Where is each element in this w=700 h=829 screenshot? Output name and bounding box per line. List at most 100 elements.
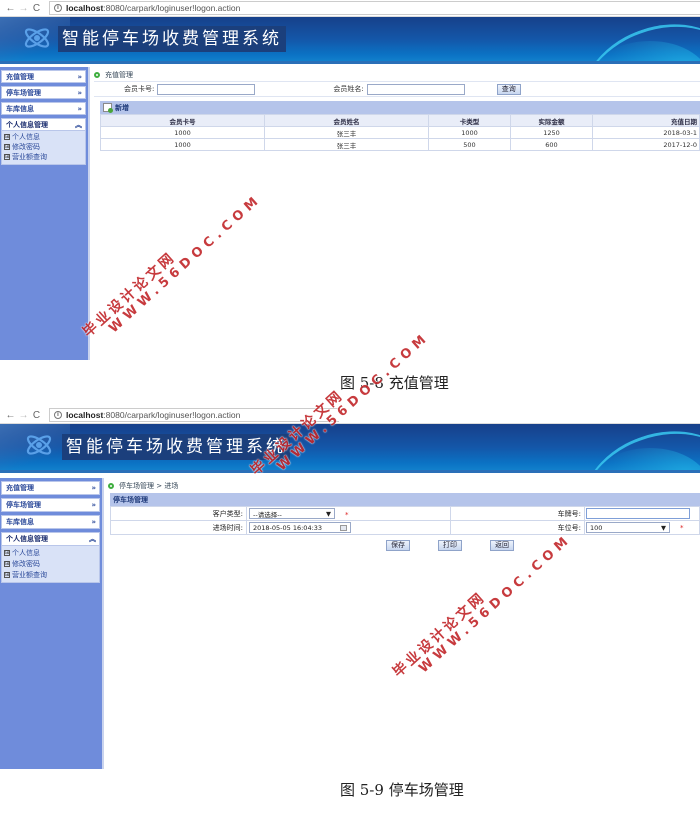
submenu-label: 修改密码 (12, 143, 40, 151)
info-icon[interactable]: i (54, 411, 62, 419)
sidebar-item-parking[interactable]: 停车场管理 » (1, 86, 86, 99)
sidebar-item-personal[interactable]: 个人信息管理 ︽ (1, 118, 86, 131)
submenu-label: 营业额查询 (12, 153, 47, 161)
sidebar-item-recharge[interactable]: 充值管理 » (1, 70, 86, 83)
submenu-item-password[interactable]: ⊞ 修改密码 (4, 142, 83, 152)
column-header: 充值日期 (592, 114, 700, 127)
table-row[interactable]: 1000 张三丰 500 600 2017-12-0 (100, 138, 700, 151)
column-header: 卡类型 (428, 114, 511, 127)
breadcrumb-text[interactable]: 停车场管理 > 进场 (119, 481, 178, 491)
app-banner: 智能停车场收费管理系统 (0, 17, 700, 64)
member-name-label: 会员姓名: (333, 85, 364, 93)
sidebar-item-garage[interactable]: 车库信息 » (1, 102, 86, 115)
atom-logo-icon (24, 28, 50, 48)
entry-time-cell: 2018-05-05 16:04:33 (246, 520, 451, 535)
space-number-select[interactable]: 100 ▼ (586, 522, 670, 533)
expand-icon: ⊞ (4, 144, 10, 150)
forward-icon[interactable]: → (17, 410, 30, 421)
url-path: :8080/carpark/loginuser!logon.action (103, 410, 241, 420)
breadcrumb: 充值管理 (94, 69, 700, 81)
form-row: 客户类型: --请选择-- ▼ * 车牌号: (110, 506, 700, 521)
main-content: 停车场管理 > 进场 停车场管理 客户类型: --请选择-- ▼ * 车牌号: 进场… (104, 478, 700, 769)
sidebar-submenu: ⊞ 个人信息 ⊞ 修改密码 ⊞ 营业额查询 (1, 131, 86, 165)
parking-panel: 停车场管理 客户类型: --请选择-- ▼ * 车牌号: 进场时间: 2018-05… (110, 493, 700, 555)
sidebar-item-parking[interactable]: 停车场管理 » (1, 498, 100, 512)
back-button[interactable]: 返回 (490, 540, 514, 551)
chevron-right-icon: » (91, 518, 95, 526)
plate-number-cell (584, 506, 700, 521)
app-body: 充值管理» 停车场管理 » 车库信息 » 个人信息管理 ︽ ⊞ 个人信息 ⊞ 修改密码 ⊞… (0, 478, 700, 769)
sidebar-item-personal[interactable]: 个人信息管理 ︽ (1, 532, 100, 546)
dropdown-arrow-icon: ▼ (326, 509, 331, 518)
submenu-item-profile[interactable]: ⊞ 个人信息 (4, 547, 97, 558)
expand-icon: ⊞ (4, 560, 10, 567)
sidebar-item-label: 车库信息 (6, 104, 34, 113)
sidebar-item-label: 个人信息管理 (6, 120, 48, 129)
info-icon[interactable]: i (54, 4, 62, 12)
app-banner: 智能停车场收费管理系统 (0, 424, 700, 473)
member-name-input[interactable] (366, 83, 465, 95)
save-button[interactable]: 保存 (386, 540, 410, 551)
plate-number-label: 车牌号: (450, 506, 585, 521)
card-number-input[interactable] (157, 83, 256, 95)
add-link[interactable]: 新增 (115, 103, 129, 113)
cell: 张三丰 (264, 126, 429, 139)
panel-header: 停车场管理 (110, 493, 700, 506)
calendar-icon[interactable] (340, 524, 347, 531)
banner-swoosh (564, 424, 700, 470)
cell: 2018-03-1 (592, 126, 700, 139)
atom-logo-icon (26, 435, 52, 455)
sidebar: 充值管理» 停车场管理» 车库信息» 个人信息管理 ︽ ⊞ 个人信息 ⊞ 修改密码 ⊞… (0, 67, 90, 360)
url-host: localhost (66, 410, 104, 420)
expand-icon: ⊞ (4, 134, 10, 140)
submenu-label: 修改密码 (12, 559, 40, 568)
cell: 1000 (100, 138, 265, 151)
sidebar-item-label: 充值管理 (6, 72, 34, 81)
reload-icon[interactable]: C (30, 3, 43, 14)
cell: 1000 (100, 126, 265, 139)
cell: 1000 (428, 126, 511, 139)
panel-header: 新增 (100, 101, 700, 114)
chevron-right-icon: » (91, 501, 95, 509)
add-document-icon[interactable] (103, 103, 113, 113)
entry-time-input[interactable]: 2018-05-05 16:04:33 (249, 522, 351, 533)
column-header: 会员卡号 (100, 114, 265, 127)
dropdown-arrow-icon: ▼ (661, 523, 666, 532)
breadcrumb: 停车场管理 > 进场 (108, 480, 700, 492)
back-icon[interactable]: ← (4, 3, 17, 14)
expand-icon: ⊞ (4, 154, 10, 160)
print-button[interactable]: 打印 (438, 540, 462, 551)
submenu-item-revenue[interactable]: ⊞ 营业额查询 (4, 569, 97, 580)
forward-icon[interactable]: → (17, 3, 30, 14)
query-button[interactable]: 查询 (496, 83, 521, 95)
sidebar-item-label: 车库信息 (6, 518, 34, 526)
column-header: 实际金额 (510, 114, 593, 127)
url-field[interactable]: i localhost:8080/carpark/loginuser!logon… (49, 1, 700, 15)
chevron-right-icon: » (77, 88, 81, 97)
back-icon[interactable]: ← (4, 410, 17, 421)
customer-type-cell: --请选择-- ▼ * (246, 506, 451, 521)
plate-number-input[interactable] (586, 508, 690, 519)
breadcrumb-text: 充值管理 (105, 71, 133, 79)
submenu-item-profile[interactable]: ⊞ 个人信息 (4, 132, 83, 142)
expand-icon: ⊞ (4, 571, 10, 578)
sidebar-item-garage[interactable]: 车库信息 » (1, 515, 100, 529)
entry-form: 客户类型: --请选择-- ▼ * 车牌号: 进场时间: 2018-05-05 16… (110, 506, 700, 535)
submenu-label: 个人信息 (12, 133, 40, 141)
submenu-label: 营业额查询 (12, 570, 47, 579)
card-number-label: 会员卡号: (124, 85, 155, 93)
url-path: :8080/carpark/loginuser!logon.action (103, 3, 241, 13)
reload-icon[interactable]: C (30, 410, 43, 421)
required-mark: * (345, 510, 349, 519)
bullet-icon (108, 483, 114, 489)
screenshot-parking: ← → C i localhost:8080/carpark/loginuser… (0, 407, 700, 769)
customer-type-select[interactable]: --请选择-- ▼ (249, 508, 335, 519)
sidebar-item-label: 停车场管理 (6, 501, 41, 509)
table-header-row: 会员卡号 会员姓名 卡类型 实际金额 充值日期 (100, 114, 700, 127)
table-row[interactable]: 1000 张三丰 1000 1250 2018-03-1 (100, 126, 700, 139)
submenu-item-revenue[interactable]: ⊞ 营业额查询 (4, 152, 83, 162)
app-title: 智能停车场收费管理系统 (58, 26, 286, 52)
sidebar-item-recharge[interactable]: 充值管理 » (1, 481, 100, 495)
submenu-item-password[interactable]: ⊞ 修改密码 (4, 558, 97, 569)
sidebar-item-label: 停车场管理 (6, 88, 41, 97)
